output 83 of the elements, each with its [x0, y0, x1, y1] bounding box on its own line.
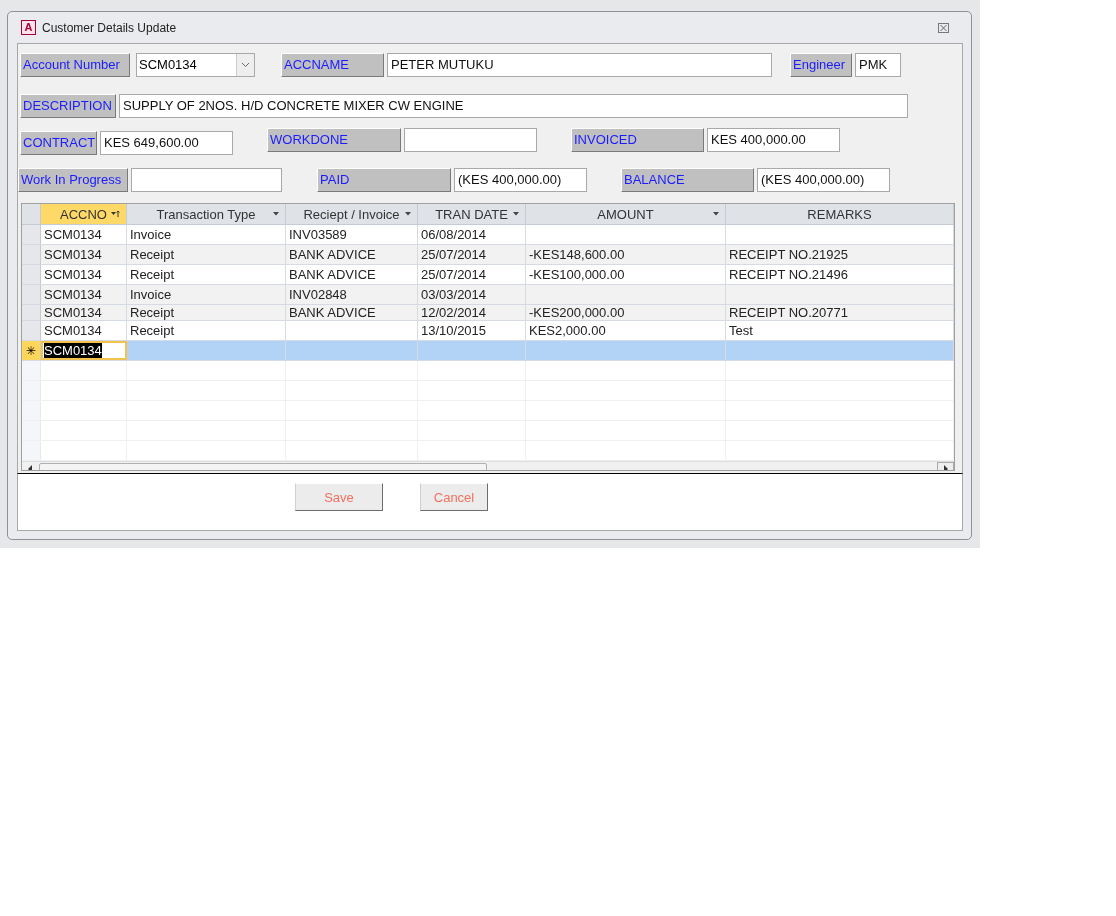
new-record-marker: ✳ — [26, 343, 36, 358]
table-cell: BANK ADVICE — [289, 267, 376, 282]
record-selector[interactable] — [22, 245, 41, 264]
record-selector[interactable] — [22, 285, 41, 304]
grid-row[interactable]: ✳ SCM0134 — [22, 341, 954, 361]
record-selector[interactable] — [22, 265, 41, 284]
input-field[interactable]: PMK — [855, 53, 901, 77]
input-field[interactable]: KES 649,600.00 — [100, 131, 233, 155]
field-label: BALANCE — [621, 168, 754, 192]
input-field[interactable] — [404, 128, 537, 152]
table-cell: SCM0134 — [44, 305, 102, 320]
table-cell: Receipt — [130, 323, 175, 338]
record-selector[interactable] — [22, 321, 41, 340]
field-label: CONTRACT — [20, 131, 97, 155]
table-cell: -KES100,000.00 — [529, 267, 625, 282]
input-field[interactable]: (KES 400,000.00) — [757, 168, 890, 192]
table-cell: 25/07/2014 — [421, 247, 487, 262]
input-field[interactable]: SUPPLY OF 2NOS. H/D CONCRETE MIXER CW ENGINE — [119, 94, 908, 118]
table-cell: 06/08/2014 — [421, 227, 487, 242]
grid-row[interactable]: SCM0134 Invoice INV02848 03/03/2014 — [22, 285, 954, 305]
field-label: Account Number — [20, 53, 130, 77]
field-label: Work In Progress — [18, 168, 128, 192]
field-label: Engineer — [790, 53, 852, 77]
close-icon[interactable] — [938, 22, 949, 33]
table-cell[interactable]: SCM0134 — [44, 343, 102, 358]
table-cell: 03/03/2014 — [421, 287, 487, 302]
record-selector[interactable] — [22, 381, 41, 400]
table-cell: 13/10/2015 — [421, 323, 487, 338]
dropdown-arrow-icon[interactable] — [513, 212, 519, 216]
grid-row[interactable]: SCM0134 Receipt BANK ADVICE 25/07/2014 -KES148,600.00 RECEIPT NO.21925 — [22, 245, 954, 265]
table-cell: SCM0134 — [44, 323, 102, 338]
record-selector[interactable] — [22, 361, 41, 380]
table-cell: KES2,000.00 — [529, 323, 606, 338]
record-selector[interactable] — [22, 225, 41, 244]
column-header[interactable]: REMARKS — [726, 204, 954, 224]
table-cell: BANK ADVICE — [289, 305, 376, 320]
window-title: Customer Details Update — [42, 20, 177, 35]
table-cell: SCM0134 — [44, 247, 102, 262]
account-number-combo[interactable]: SCM0134 — [136, 53, 255, 77]
column-header[interactable]: TRAN DATE — [418, 204, 526, 224]
table-cell: -KES148,600.00 — [529, 247, 625, 262]
table-cell: 25/07/2014 — [421, 267, 487, 282]
table-cell: RECEIPT NO.20771 — [729, 305, 848, 320]
table-cell: SCM0134 — [44, 287, 102, 302]
table-cell: INV03589 — [289, 227, 347, 242]
table-cell: Receipt — [130, 267, 175, 282]
sort-ascending-icon — [111, 210, 120, 218]
dropdown-arrow-icon[interactable] — [713, 212, 719, 216]
input-field[interactable] — [131, 168, 282, 192]
input-field[interactable]: PETER MUTUKU — [387, 53, 772, 77]
table-cell: Receipt — [130, 305, 175, 320]
dropdown-arrow-icon[interactable] — [405, 212, 411, 216]
column-header[interactable]: Reciept / Invoice — [286, 204, 418, 224]
record-selector[interactable]: ✳ — [22, 341, 41, 360]
record-selector[interactable] — [22, 421, 41, 440]
column-header[interactable]: Transaction Type — [127, 204, 286, 224]
field-label: WORKDONE — [267, 128, 401, 152]
column-header[interactable]: ACCNO — [41, 204, 127, 224]
table-cell: Invoice — [130, 287, 172, 302]
field-label: DESCRIPTION — [20, 94, 116, 118]
table-cell: 12/02/2014 — [421, 305, 487, 320]
field-label: PAID — [317, 168, 451, 192]
table-cell: INV02848 — [289, 287, 347, 302]
input-field[interactable]: KES 400,000.00 — [707, 128, 840, 152]
dropdown-arrow-icon[interactable] — [273, 212, 279, 216]
chevron-down-icon — [241, 62, 250, 68]
table-cell: -KES200,000.00 — [529, 305, 625, 320]
field-label: ACCNAME — [281, 53, 384, 77]
table-cell: Invoice — [130, 227, 172, 242]
app-icon: A — [21, 20, 36, 35]
record-selector[interactable] — [22, 401, 41, 420]
table-cell: SCM0134 — [44, 267, 102, 282]
table-cell: RECEIPT NO.21496 — [729, 267, 848, 282]
table-cell: Receipt — [130, 247, 175, 262]
record-selector[interactable] — [22, 305, 41, 320]
table-cell: RECEIPT NO.21925 — [729, 247, 848, 262]
input-field[interactable]: (KES 400,000.00) — [454, 168, 587, 192]
column-header[interactable]: AMOUNT — [526, 204, 726, 224]
grid-row[interactable]: SCM0134 Receipt BANK ADVICE 12/02/2014 -KES200,000.00 RECEIPT NO.20771 — [22, 305, 954, 321]
table-cell: SCM0134 — [44, 227, 102, 242]
table-cell: Test — [729, 323, 753, 338]
table-cell: BANK ADVICE — [289, 247, 376, 262]
field-label: INVOICED — [571, 128, 704, 152]
